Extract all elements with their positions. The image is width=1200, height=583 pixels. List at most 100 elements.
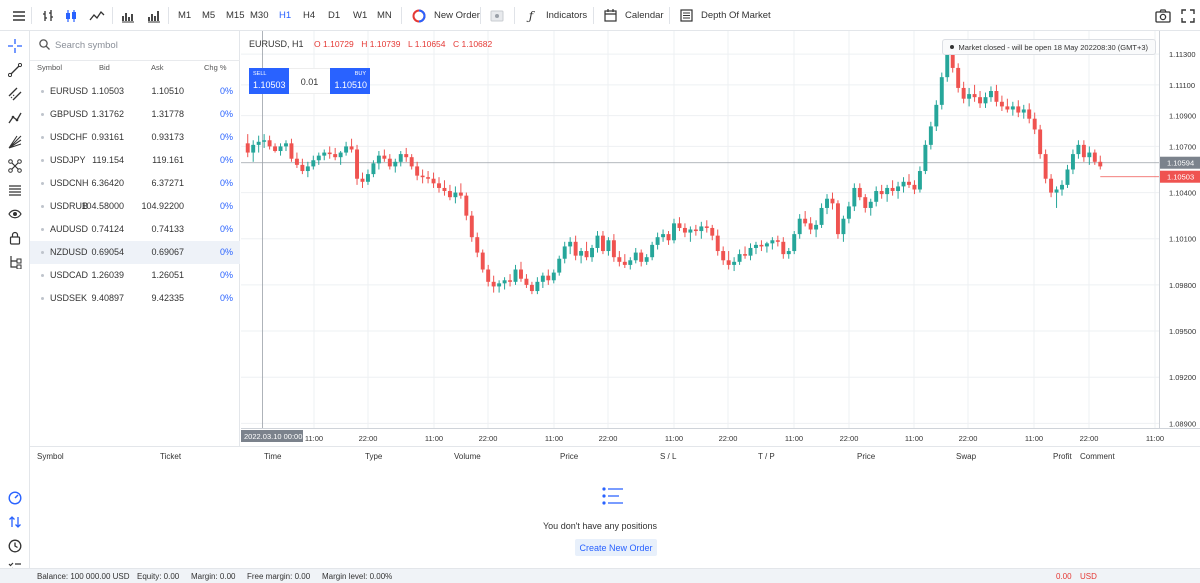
bullish-candle: [579, 251, 584, 256]
margin-level-readout: Margin level: 0.00%: [322, 572, 393, 581]
positions-col-time[interactable]: Time: [264, 452, 281, 461]
watchlist-symbol-cell: USDSEK: [50, 293, 88, 303]
positions-col-comment[interactable]: Comment: [1080, 452, 1115, 461]
watchlist-symbol-cell: USDCAD: [50, 270, 89, 280]
watchlist-row[interactable]: USDSEK 9.40897 9.42335 0%: [30, 287, 240, 310]
candlestick-chart[interactable]: 1.11300 1.11100 1.10900 1.10700 1.10400 1.101…: [241, 31, 1200, 446]
create-new-order-button[interactable]: Create New Order: [575, 539, 657, 556]
hamburger-menu-button[interactable]: [10, 0, 28, 31]
watchlist-row[interactable]: USDJPY 119.154 119.161 0%: [30, 149, 240, 172]
history-button[interactable]: [6, 537, 24, 555]
timeframe-mn[interactable]: MN: [377, 0, 392, 31]
timeframe-m30[interactable]: M30: [250, 0, 268, 31]
new-order-button[interactable]: New Order: [410, 0, 480, 31]
bearish-candle: [1049, 178, 1054, 193]
timeframe-m1[interactable]: M1: [178, 0, 191, 31]
timeframe-h1[interactable]: H1: [279, 0, 291, 31]
one-click-trading-button[interactable]: [488, 0, 506, 31]
bearish-candle: [994, 91, 999, 102]
channel-tool[interactable]: [6, 85, 24, 103]
empty-positions-message: You don't have any positions: [543, 521, 657, 531]
positions-col-stop-loss[interactable]: S / L: [660, 452, 676, 461]
polyline-tool[interactable]: [6, 109, 24, 127]
fibonacci-tool[interactable]: [6, 133, 24, 151]
price-chart[interactable]: 1.11300 1.11100 1.10900 1.10700 1.10400 1.101…: [241, 31, 1200, 446]
account-status-bar: Balance: 100 000.00 USD Equity: 0.00 Mar…: [0, 568, 1200, 583]
bar-chart-type-button[interactable]: [39, 0, 57, 31]
fullscreen-button[interactable]: [1179, 0, 1197, 31]
lock-drawings-toggle[interactable]: [6, 229, 24, 247]
sell-button[interactable]: SELL 1.10503: [249, 68, 289, 94]
bullish-candle: [989, 91, 993, 98]
watchlist-row[interactable]: NZDUSD 0.69054 0.69067 0%: [30, 241, 240, 264]
column-header-ask[interactable]: Ask: [151, 63, 164, 77]
screenshot-button[interactable]: [1154, 0, 1172, 31]
bullish-candle: [792, 234, 797, 252]
watchlist-row[interactable]: USDCAD 1.26039 1.26051 0%: [30, 264, 240, 287]
positions-col-current-price[interactable]: Price: [857, 452, 875, 461]
timeframe-d1[interactable]: D1: [328, 0, 340, 31]
column-header-bid[interactable]: Bid: [99, 63, 110, 77]
pattern-tool[interactable]: [6, 157, 24, 175]
timeframe-m5[interactable]: M5: [202, 0, 215, 31]
positions-col-symbol[interactable]: Symbol: [37, 452, 64, 461]
watchlist-row[interactable]: USDCNH 6.36420 6.37271 0%: [30, 172, 240, 195]
row-status-dot-icon: [41, 113, 44, 116]
line-chart-type-button[interactable]: [88, 0, 106, 31]
watchlist-row[interactable]: GBPUSD 1.31762 1.31778 0%: [30, 103, 240, 126]
object-tree-button[interactable]: [6, 253, 24, 271]
positions-col-profit[interactable]: Profit: [1053, 452, 1072, 461]
crosshair-tool[interactable]: [6, 37, 24, 55]
bearish-candle: [693, 229, 698, 232]
volume-histogram-button[interactable]: [145, 0, 163, 31]
visibility-toggle[interactable]: [6, 205, 24, 223]
bullish-candle: [901, 181, 906, 187]
search-input[interactable]: Search symbol: [55, 40, 118, 51]
time-tick-label: 22:00: [840, 434, 859, 443]
row-status-dot-icon: [41, 90, 44, 93]
column-header-change[interactable]: Chg %: [204, 63, 227, 77]
bearish-candle: [349, 146, 354, 150]
timeframe-m15[interactable]: M15: [226, 0, 244, 31]
bearish-candle: [907, 181, 911, 185]
horizontal-lines-tool[interactable]: [6, 181, 24, 199]
volume-input[interactable]: 0.01: [289, 68, 330, 94]
trend-line-tool[interactable]: [6, 61, 24, 79]
watchlist-row[interactable]: USDRUB 104.58000 104.92200 0%: [30, 195, 240, 218]
indicators-button[interactable]: ƒ Indicators: [522, 0, 587, 31]
column-header-symbol[interactable]: Symbol: [37, 63, 62, 77]
watchlist-ask-cell: 1.26051: [151, 270, 184, 280]
positions-col-take-profit[interactable]: T / P: [758, 452, 775, 461]
volume-bars-button[interactable]: [119, 0, 137, 31]
positions-col-swap[interactable]: Swap: [956, 452, 976, 461]
bearish-candle: [781, 241, 786, 255]
trade-history-button[interactable]: [6, 513, 24, 531]
watchlist-ask-cell: 0.69067: [151, 247, 184, 257]
positions-col-price[interactable]: Price: [560, 452, 578, 461]
horizontal-lines-icon: [9, 185, 21, 196]
bearish-candle: [1005, 106, 1010, 110]
positions-col-type[interactable]: Type: [365, 452, 382, 461]
bullish-candle: [557, 258, 562, 273]
watchlist-symbol-cell: NZDUSD: [50, 247, 88, 257]
watchlist-row[interactable]: AUDUSD 0.74124 0.74133 0%: [30, 218, 240, 241]
bullish-candle: [786, 251, 791, 255]
watchlist-row[interactable]: EURUSD 1.10503 1.10510 0%: [30, 80, 240, 103]
timeframe-w1[interactable]: W1: [353, 0, 367, 31]
depth-of-market-button[interactable]: Depth Of Market: [677, 0, 771, 31]
bullish-candle: [967, 94, 972, 99]
bullish-candle: [398, 154, 403, 162]
bearish-candle: [879, 191, 884, 195]
speedometer-icon: [8, 491, 22, 505]
buy-button[interactable]: BUY 1.10510: [330, 68, 370, 94]
bearish-candle: [387, 158, 392, 167]
timeframe-h4[interactable]: H4: [303, 0, 315, 31]
calendar-button[interactable]: Calendar: [601, 0, 664, 31]
time-tick-label: 22:00: [359, 434, 378, 443]
positions-col-ticket[interactable]: Ticket: [160, 452, 181, 461]
candles-chart-type-button[interactable]: [62, 0, 80, 31]
trade-panel-button[interactable]: [6, 489, 24, 507]
search-bar[interactable]: Search symbol: [30, 31, 240, 61]
positions-col-volume[interactable]: Volume: [454, 452, 481, 461]
watchlist-row[interactable]: USDCHF 0.93161 0.93173 0%: [30, 126, 240, 149]
